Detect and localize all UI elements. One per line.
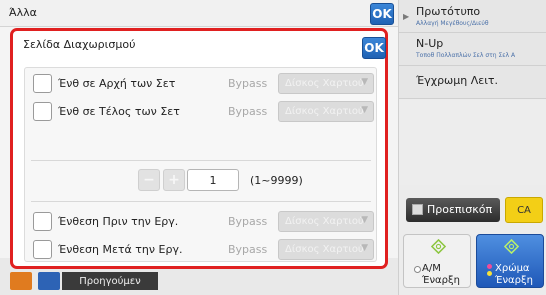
separator-page-dialog: Σελίδα Διαχωρισμού OK Ένθ σε Αρχή των Σε… [10,28,388,269]
paper-tray-select[interactable]: Δίσκος Χαρτιού ▼ [278,73,374,94]
after-job-label: Ένθεση Μετά την Εργ. [58,243,183,256]
color-indicator-dot [487,271,492,276]
window-title-bar: Άλλα OK [0,0,398,27]
right-panel: ▶ Πρωτότυπο Αλλαγή Μεγέθους/Διεύθ N-Up Τ… [399,0,546,295]
start-color-line1: Χρώμα [495,263,530,274]
set-count-input[interactable]: 1 [187,169,239,191]
preview-icon [412,204,423,215]
option-row-end-of-set: Ένθ σε Τέλος των Σετ Bypass Δίσκος Χαρτι… [33,101,374,123]
decrement-button[interactable]: − [138,169,160,191]
blue-shortcut-button[interactable] [38,272,60,290]
start-color-line2: Έναρξη [495,275,533,286]
start-of-set-label: Ένθ σε Αρχή των Σετ [58,77,176,90]
option-row-start-of-set: Ένθ σε Αρχή των Σετ Bypass Δίσκος Χαρτιο… [33,73,374,95]
dialog-title: Σελίδα Διαχωρισμού [23,38,136,51]
bw-indicator-dot [414,266,421,273]
option-row-before-job: Ένθεση Πριν την Εργ. Bypass Δίσκος Χαρτι… [33,211,374,233]
arrow-right-icon: ▶ [403,12,410,21]
start-diamond-icon [504,239,519,254]
right-panel-empty-area [399,100,546,185]
dialog-content: Ένθ σε Αρχή των Σετ Bypass Δίσκος Χαρτιο… [24,67,377,262]
window-ok-button[interactable]: OK [370,3,394,25]
paper-tray-select[interactable]: Δίσκος Χαρτιού ▼ [278,239,374,260]
paper-tray-value: Δίσκος Χαρτιού [285,106,364,117]
previous-button[interactable]: Προηγούμεν [62,272,158,290]
ca-button[interactable]: CA [505,197,543,223]
paper-tray-value: Δίσκος Χαρτιού [285,78,364,89]
start-bw-line1: A/M [422,263,441,274]
chevron-down-icon: ▼ [361,105,368,115]
bypass-label: Bypass [228,77,268,90]
start-bw-button[interactable]: A/M Έναρξη [403,234,471,288]
start-diamond-icon [431,239,446,254]
preview-label: Προεπισκόπ [427,203,493,216]
end-of-set-label: Ένθ σε Τέλος των Σετ [58,105,180,118]
orange-shortcut-button[interactable] [10,272,32,290]
menu-item-color-mode[interactable]: Έγχρωμη Λειτ. [399,66,546,99]
bypass-label: Bypass [228,215,268,228]
menu-item-original[interactable]: ▶ Πρωτότυπο Αλλαγή Μεγέθους/Διεύθ [399,0,546,33]
color-indicator-dot [487,264,492,269]
bypass-label: Bypass [228,105,268,118]
end-of-set-checkbox[interactable] [33,102,52,121]
range-label: (1~9999) [250,174,303,187]
option-row-after-job: Ένθεση Μετά την Εργ. Bypass Δίσκος Χαρτι… [33,239,374,261]
menu-item-original-label: Πρωτότυπο [416,5,481,18]
chevron-down-icon: ▼ [361,215,368,225]
before-job-checkbox[interactable] [33,212,52,231]
increment-button[interactable]: + [163,169,185,191]
window-title: Άλλα [9,6,37,19]
bypass-label: Bypass [228,243,268,256]
menu-item-original-sub: Αλλαγή Μεγέθους/Διεύθ [416,20,489,27]
chevron-down-icon: ▼ [361,77,368,87]
paper-tray-select[interactable]: Δίσκος Χαρτιού ▼ [278,211,374,232]
divider [31,160,371,161]
preview-button[interactable]: Προεπισκόπ [406,198,500,222]
paper-tray-select[interactable]: Δίσκος Χαρτιού ▼ [278,101,374,122]
paper-tray-value: Δίσκος Χαρτιού [285,244,364,255]
chevron-down-icon: ▼ [361,243,368,253]
start-of-set-checkbox[interactable] [33,74,52,93]
set-count-stepper: − + 1 (1~9999) [25,169,376,193]
after-job-checkbox[interactable] [33,240,52,259]
paper-tray-value: Δίσκος Χαρτιού [285,216,364,227]
before-job-label: Ένθεση Πριν την Εργ. [58,215,179,228]
menu-item-n-up-label: N-Up [416,37,444,50]
dialog-ok-button[interactable]: OK [362,37,386,59]
divider [31,201,371,202]
start-bw-line2: Έναρξη [422,275,460,286]
menu-item-n-up[interactable]: N-Up Τοποθ Πολλαπλών Σελ στη Σελ Α [399,33,546,66]
start-color-button[interactable]: Χρώμα Έναρξη [476,234,544,288]
menu-item-n-up-sub: Τοποθ Πολλαπλών Σελ στη Σελ Α [416,52,516,59]
menu-item-color-mode-label: Έγχρωμη Λειτ. [416,74,499,87]
